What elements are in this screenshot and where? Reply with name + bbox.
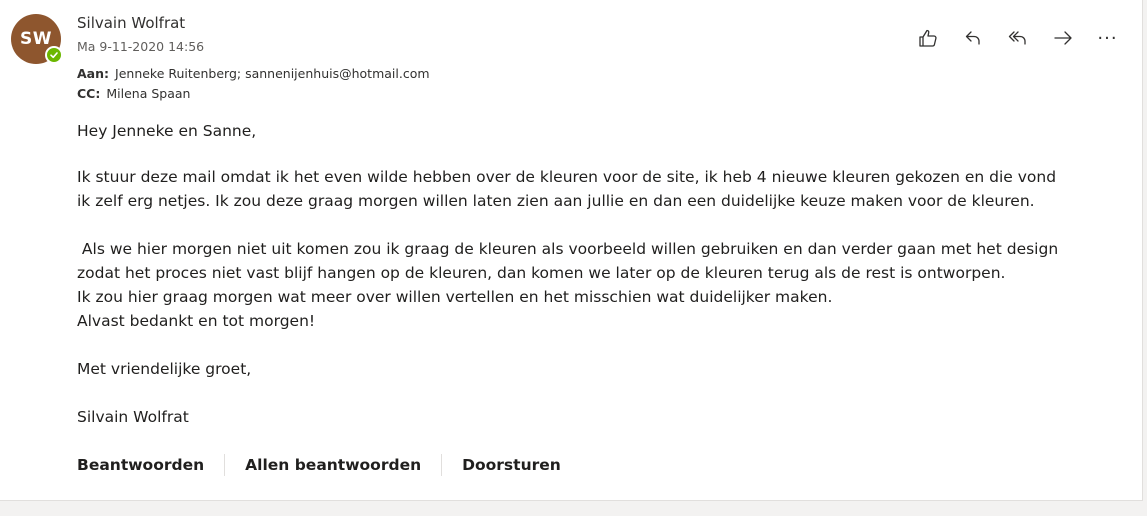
forward-button[interactable] <box>1040 25 1085 51</box>
forward-arrow-icon <box>1053 31 1072 45</box>
checkmark-icon <box>50 52 58 59</box>
like-button[interactable] <box>905 25 950 51</box>
sender-name[interactable]: Silvain Wolfrat <box>77 14 185 32</box>
reply-all-icon <box>1008 31 1026 45</box>
forward-footer-button[interactable]: Doorsturen <box>462 454 561 476</box>
reply-icon <box>965 31 980 45</box>
divider <box>224 454 226 476</box>
signature: Silvain Wolfrat <box>77 408 189 426</box>
reply-button[interactable] <box>950 25 995 51</box>
body-line: Als we hier morgen niet uit komen zou ik… <box>77 240 1059 258</box>
sent-date: Ma 9-11-2020 14:56 <box>77 39 205 54</box>
more-icon: ··· <box>1097 27 1118 49</box>
to-recipients[interactable]: Jenneke Ruitenberg; sannenijenhuis@hotma… <box>115 66 430 81</box>
body-line: Ik zou hier graag morgen wat meer over w… <box>77 288 833 306</box>
reply-all-footer-button[interactable]: Allen beantwoorden <box>245 454 421 476</box>
divider <box>441 454 443 476</box>
to-line: Aan: Jenneke Ruitenberg; sannenijenhuis@h… <box>77 64 430 84</box>
cc-label: CC: <box>77 86 101 101</box>
email-reading-pane: SW Silvain Wolfrat Ma 9-11-2020 14:56 Aa… <box>0 0 1143 501</box>
reply-footer: Beantwoorden Allen beantwoorden Doorstur… <box>77 454 561 476</box>
avatar-initials: SW <box>20 29 52 49</box>
body-line: Alvast bedankt en tot morgen! <box>77 312 316 330</box>
body-line: Ik stuur deze mail omdat ik het even wil… <box>77 168 1057 186</box>
presence-available-icon <box>45 46 63 64</box>
cc-recipients[interactable]: Milena Spaan <box>106 86 190 101</box>
greeting: Hey Jenneke en Sanne, <box>77 122 257 140</box>
recipients-block: Aan: Jenneke Ruitenberg; sannenijenhuis@h… <box>77 64 430 104</box>
message-actions-toolbar: ··· <box>905 25 1130 51</box>
thumbs-up-icon <box>918 29 937 47</box>
body-line: zodat het proces niet vast blijf hangen … <box>77 264 1006 282</box>
more-actions-button[interactable]: ··· <box>1085 25 1130 51</box>
closing: Met vriendelijke groet, <box>77 360 252 378</box>
reply-all-button[interactable] <box>995 25 1040 51</box>
reply-footer-button[interactable]: Beantwoorden <box>77 454 204 476</box>
body-line: ik zelf erg netjes. Ik zou deze graag mo… <box>77 192 1035 210</box>
message-body: Hey Jenneke en Sanne, Ik stuur deze mail… <box>77 119 1117 429</box>
to-label: Aan: <box>77 66 110 81</box>
cc-line: CC: Milena Spaan <box>77 84 430 104</box>
